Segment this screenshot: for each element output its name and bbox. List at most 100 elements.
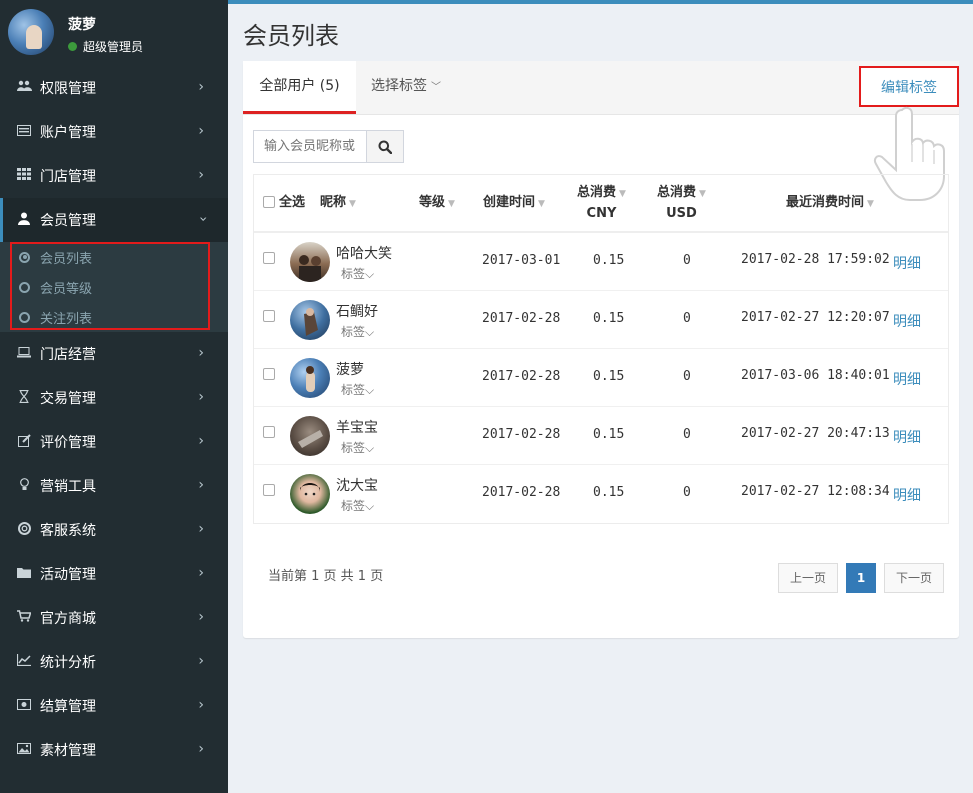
sidebar-item-customer-service[interactable]: 客服系统 › — [0, 508, 228, 552]
total-cny: 0.15 — [593, 485, 625, 500]
row-checkbox[interactable] — [263, 426, 275, 438]
tag-dropdown[interactable]: 标签⌵ — [341, 323, 374, 340]
created-date: 2017-02-28 — [482, 369, 561, 384]
tag-dropdown[interactable]: 标签⌵ — [341, 497, 374, 514]
search-input[interactable] — [253, 130, 366, 163]
sidebar-item-materials[interactable]: 素材管理 › — [0, 728, 228, 772]
sidebar-item-label: 评价管理 — [40, 435, 96, 451]
submenu-item-member-levels[interactable]: 会员等级 — [0, 272, 228, 302]
radio-selected-icon — [19, 251, 30, 263]
column-header-cny[interactable]: 总消费 ▼ CNY — [577, 183, 626, 224]
submenu-item-label: 关注列表 — [40, 311, 93, 327]
member-nickname: 哈哈大笑 — [336, 246, 392, 262]
user-icon — [16, 212, 32, 229]
top-accent-bar — [228, 0, 973, 4]
folder-icon — [16, 567, 32, 582]
sidebar-item-marketing[interactable]: 营销工具 › — [0, 464, 228, 508]
sidebar-item-label: 活动管理 — [40, 567, 96, 583]
pagination-summary: 当前第 1 页 共 1 页 — [268, 569, 384, 584]
chevron-down-icon: ⌵ — [365, 499, 375, 513]
sidebar-item-activities[interactable]: 活动管理 › — [0, 552, 228, 596]
member-table: 全选 昵称 ▼ 等级 ▼ 创建时间 ▼ 总消费 ▼ CNY 总消费 ▼ USD 最近消费时间 ▼… — [253, 174, 949, 524]
chevron-down-icon: ⌵ — [365, 267, 375, 281]
next-page-button[interactable]: 下一页 — [884, 563, 945, 593]
detail-link[interactable]: 明细 — [893, 427, 921, 447]
column-header-label: 创建时间 — [483, 195, 536, 210]
last-consume-time: 2017-03-06 18:40:01 — [741, 368, 890, 383]
avatar — [290, 242, 330, 282]
detail-link[interactable]: 明细 — [893, 369, 921, 389]
avatar — [290, 416, 330, 456]
total-usd: 0 — [683, 485, 691, 500]
total-cny: 0.15 — [593, 427, 625, 442]
money-icon — [16, 698, 32, 714]
sidebar-item-stores[interactable]: 门店管理 › — [0, 154, 228, 198]
avatar — [290, 300, 330, 340]
detail-link[interactable]: 明细 — [893, 311, 921, 331]
sort-icon: ▼ — [867, 199, 874, 209]
column-header-label: 总消费 — [577, 185, 617, 200]
row-checkbox[interactable] — [263, 252, 275, 264]
tag-dropdown[interactable]: 标签⌵ — [341, 439, 374, 456]
column-header-last-consume[interactable]: 最近消费时间 ▼ — [786, 193, 874, 214]
sidebar-item-permissions[interactable]: 权限管理 › — [0, 66, 228, 110]
sidebar-item-settlement[interactable]: 结算管理 › — [0, 684, 228, 728]
tag-dropdown-label: 标签 — [341, 499, 366, 513]
tab-select-tag-label: 选择标签 — [371, 78, 427, 94]
sidebar-item-official-mall[interactable]: 官方商城 › — [0, 596, 228, 640]
total-cny: 0.15 — [593, 253, 625, 268]
column-header-nick[interactable]: 昵称 ▼ — [320, 193, 356, 214]
chevron-right-icon: › — [198, 697, 204, 713]
chevron-right-icon: › — [198, 521, 204, 537]
sidebar-item-store-operations[interactable]: 门店经营 › — [0, 332, 228, 376]
submenu-item-follow-list[interactable]: 关注列表 — [0, 302, 228, 332]
search-button[interactable] — [366, 130, 404, 163]
column-header-level[interactable]: 等级 ▼ — [419, 193, 455, 214]
sidebar-item-statistics[interactable]: 统计分析 › — [0, 640, 228, 684]
sidebar: 菠萝 超级管理员 权限管理 › 账户管理 › 门店管理 › 会员管理 › 会员列… — [0, 0, 228, 793]
tag-dropdown[interactable]: 标签⌵ — [341, 265, 374, 282]
search-icon — [378, 140, 392, 154]
chevron-right-icon: › — [198, 477, 204, 493]
column-header-usd[interactable]: 总消费 ▼ USD — [657, 183, 706, 224]
hourglass-icon — [16, 389, 32, 407]
detail-link[interactable]: 明细 — [893, 485, 921, 505]
row-checkbox[interactable] — [263, 368, 275, 380]
created-date: 2017-03-01 — [482, 253, 561, 268]
row-checkbox[interactable] — [263, 310, 275, 322]
user-panel: 菠萝 超级管理员 — [0, 0, 228, 66]
row-checkbox[interactable] — [263, 484, 275, 496]
tabs-bar: 全部用户 (5) 选择标签 ﹀ 编辑标签 — [243, 61, 959, 115]
table-header: 全选 昵称 ▼ 等级 ▼ 创建时间 ▼ 总消费 ▼ CNY 总消费 ▼ USD 最近消费时间 ▼ — [254, 175, 948, 233]
sort-icon: ▼ — [619, 189, 626, 199]
sidebar-menu: 权限管理 › 账户管理 › 门店管理 › 会员管理 › 会员列表 会员等级 关注… — [0, 66, 228, 772]
submenu-item-member-list[interactable]: 会员列表 — [0, 242, 228, 272]
tag-dropdown-label: 标签 — [341, 383, 366, 397]
tab-select-tag[interactable]: 选择标签 ﹀ — [371, 61, 441, 114]
edit-tags-button[interactable]: 编辑标签 — [859, 66, 959, 107]
pagination: 上一页 1 下一页 — [778, 563, 945, 593]
tag-dropdown[interactable]: 标签⌵ — [341, 381, 374, 398]
column-header-label: 最近消费时间 — [786, 195, 865, 210]
column-header-created[interactable]: 创建时间 ▼ — [483, 193, 545, 214]
sidebar-item-label: 素材管理 — [40, 743, 96, 759]
page-button-current[interactable]: 1 — [846, 563, 877, 593]
sidebar-item-members[interactable]: 会员管理 › — [0, 198, 228, 242]
radio-icon — [19, 281, 30, 293]
radio-icon — [19, 311, 30, 323]
sidebar-item-accounts[interactable]: 账户管理 › — [0, 110, 228, 154]
detail-link[interactable]: 明细 — [893, 253, 921, 273]
avatar[interactable] — [8, 9, 54, 55]
sidebar-item-transactions[interactable]: 交易管理 › — [0, 376, 228, 420]
table-row: 羊宝宝 标签⌵ 2017-02-28 0.15 0 2017-02-27 20:… — [254, 407, 948, 465]
tag-dropdown-label: 标签 — [341, 267, 366, 281]
sidebar-item-reviews[interactable]: 评价管理 › — [0, 420, 228, 464]
prev-page-button[interactable]: 上一页 — [778, 563, 839, 593]
last-consume-time: 2017-02-27 12:20:07 — [741, 310, 890, 325]
select-all-checkbox[interactable] — [263, 196, 275, 208]
created-date: 2017-02-28 — [482, 485, 561, 500]
tab-all-users[interactable]: 全部用户 (5) — [243, 61, 356, 114]
sidebar-item-label: 门店管理 — [40, 169, 96, 185]
member-nickname: 羊宝宝 — [336, 420, 378, 436]
sidebar-item-label: 营销工具 — [40, 479, 96, 495]
